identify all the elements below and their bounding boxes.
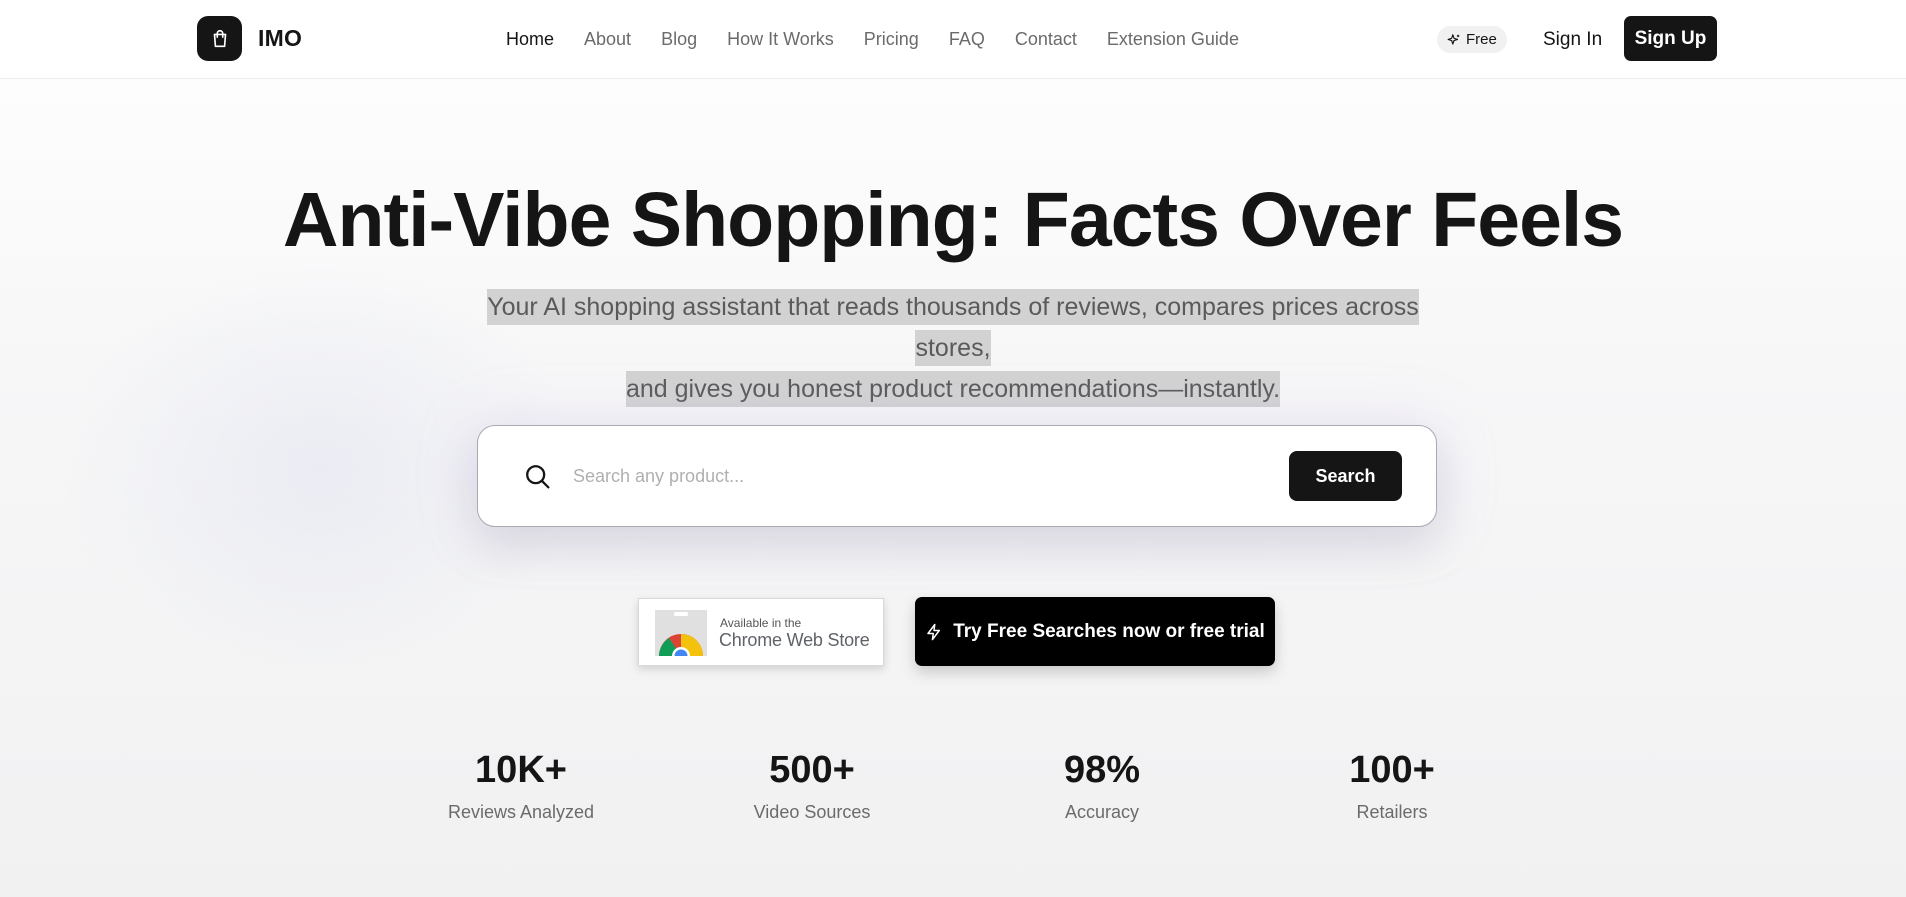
nav-pricing[interactable]: Pricing (864, 26, 919, 52)
stat-value: 98% (1063, 749, 1141, 791)
nav-contact[interactable]: Contact (1015, 26, 1077, 52)
shopping-bag-icon (197, 16, 242, 61)
search-input[interactable] (573, 456, 1193, 496)
nav-faq[interactable]: FAQ (949, 26, 985, 52)
hero-subtitle-line2: and gives you honest product recommendat… (625, 371, 1281, 407)
chrome-logo-icon (655, 610, 707, 665)
chrome-web-store-badge[interactable]: Available in the Chrome Web Store (638, 598, 884, 666)
landing-page: IMO Home About Blog How It Works Pricing… (0, 0, 1906, 897)
nav-how-it-works[interactable]: How It Works (727, 26, 834, 52)
sign-up-button[interactable]: Sign Up (1624, 16, 1717, 61)
stat-accuracy: 98% Accuracy (982, 745, 1222, 823)
lightning-icon (925, 622, 943, 642)
stat-value: 500+ (769, 749, 855, 791)
chrome-badge-title: Chrome Web Store (719, 630, 870, 650)
site-header: IMO Home About Blog How It Works Pricing… (0, 0, 1906, 79)
stat-value: 10K+ (475, 749, 567, 791)
nav-extension-guide[interactable]: Extension Guide (1107, 26, 1239, 52)
search-icon (523, 462, 552, 496)
chrome-badge-caption: Available in the (720, 616, 802, 630)
main-nav: Home About Blog How It Works Pricing FAQ… (506, 26, 1269, 52)
hero-subtitle: Your AI shopping assistant that reads th… (453, 287, 1453, 410)
free-badge: Free (1437, 26, 1507, 53)
stat-video-sources: 500+ Video Sources (692, 745, 932, 823)
try-free-button[interactable]: Try Free Searches now or free trial (915, 597, 1275, 666)
sparkles-icon (1447, 33, 1461, 47)
sign-in-link[interactable]: Sign In (1543, 27, 1602, 53)
search-bar: Search (477, 425, 1437, 527)
hero-title: Anti-Vibe Shopping: Facts Over Feels (282, 177, 1624, 263)
stat-label: Reviews Analyzed (447, 802, 595, 822)
stat-label: Retailers (1356, 802, 1428, 822)
stat-reviews: 10K+ Reviews Analyzed (401, 745, 641, 823)
stat-label: Video Sources (753, 802, 871, 822)
search-button[interactable]: Search (1289, 451, 1402, 501)
free-badge-label: Free (1466, 31, 1497, 48)
nav-about[interactable]: About (584, 26, 631, 52)
nav-home[interactable]: Home (506, 26, 554, 52)
stat-retailers: 100+ Retailers (1272, 745, 1512, 823)
try-free-label: Try Free Searches now or free trial (953, 620, 1265, 642)
brand-logo[interactable]: IMO (197, 16, 302, 61)
stat-label: Accuracy (1064, 802, 1140, 822)
brand-name: IMO (258, 25, 303, 51)
hero-subtitle-line1: Your AI shopping assistant that reads th… (487, 289, 1419, 366)
stat-value: 100+ (1349, 749, 1435, 791)
nav-blog[interactable]: Blog (661, 26, 697, 52)
